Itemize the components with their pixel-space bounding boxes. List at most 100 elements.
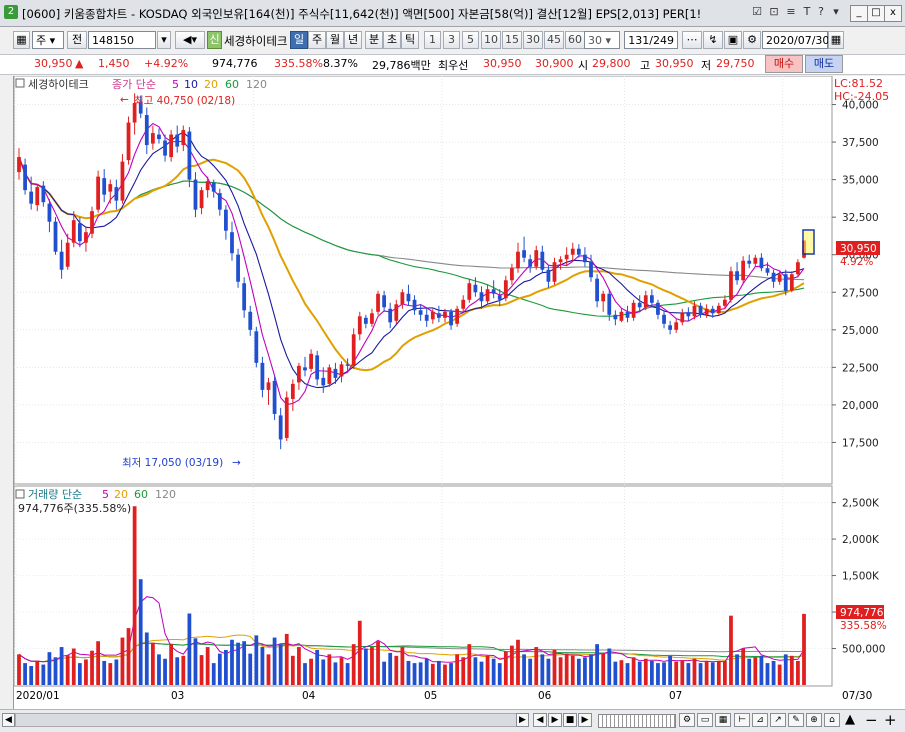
period-day-button[interactable]: 일 (290, 31, 308, 49)
magnify-icon[interactable]: ⊕ (806, 713, 822, 727)
stock-code-input[interactable]: 148150 (88, 31, 156, 49)
indicator-settings-icon[interactable]: ⚙ (679, 713, 695, 727)
volume-bar (686, 663, 691, 685)
stop-icon[interactable]: ■ (563, 713, 577, 727)
fit-icon[interactable]: ▲ (845, 712, 855, 727)
price-panel[interactable] (13, 75, 833, 485)
volume-bar (114, 659, 119, 685)
candle-body (309, 353, 313, 369)
volume-bar (771, 660, 776, 685)
volume-bar (613, 661, 618, 685)
crosshair-icon[interactable]: ↯ (703, 31, 723, 49)
candle-body (284, 397, 289, 438)
zoom-in-icon[interactable]: + (884, 711, 897, 729)
link-icon[interactable]: ⊡ (767, 5, 781, 19)
window-list-icon[interactable]: ☑ (750, 5, 764, 19)
zoom-out-icon[interactable]: − (865, 711, 878, 729)
indicator-icon[interactable]: ⋯ (682, 31, 702, 49)
interval-10-button[interactable]: 10 (481, 31, 501, 49)
speaker-icon[interactable]: ◀▾ (175, 31, 205, 49)
interval-5-button[interactable]: 5 (462, 31, 479, 49)
volume-bar (242, 641, 247, 685)
interval-60-button[interactable]: 60 (565, 31, 585, 49)
ask-price: 30,950 (483, 57, 522, 70)
volume-bar (558, 657, 563, 685)
zoom-slider[interactable] (598, 714, 676, 728)
text-icon[interactable]: T (800, 5, 814, 19)
save-icon[interactable]: ▣ (724, 31, 742, 49)
period-month-button[interactable]: 월 (326, 31, 344, 49)
close-button[interactable]: x (884, 5, 902, 22)
chart-menu-icon[interactable]: ▦ (13, 31, 30, 49)
minimize-button[interactable]: _ (850, 5, 868, 22)
period-year-button[interactable]: 년 (344, 31, 362, 49)
candle-body (242, 283, 247, 311)
period-type-select[interactable]: 주 ▾ (32, 31, 64, 49)
interval-input[interactable]: 30 ▾ (584, 31, 620, 49)
interval-30-button[interactable]: 30 (523, 31, 543, 49)
candle-body (169, 134, 174, 158)
prev-button[interactable]: 전 (67, 31, 87, 49)
volume-current-label: 974,776주(335.58%) (18, 502, 131, 515)
volume-tick-label: 2,000K (842, 534, 880, 546)
date-input[interactable]: 2020/07/30 (762, 31, 829, 49)
trend-icon[interactable]: ↗ (770, 713, 786, 727)
stock-search-dropdown[interactable]: ▾ (157, 31, 171, 49)
candle-body (528, 259, 533, 267)
last-volume-label: 974,776 (840, 607, 884, 619)
x-label-mar: 03 (171, 690, 184, 702)
candle-body (357, 316, 362, 335)
volume-bar (479, 661, 484, 685)
settings-icon[interactable]: ⚙ (743, 31, 761, 49)
scroll-right-icon[interactable]: ▶ (516, 713, 529, 727)
candle-body (625, 311, 630, 318)
align-icon[interactable]: ⊢ (734, 713, 750, 727)
pen-icon[interactable]: ✎ (788, 713, 804, 727)
price-volume-chart[interactable]: 40,00037,50035,00032,50030,00027,50025,0… (13, 75, 905, 709)
buy-button[interactable]: 매수 (765, 55, 803, 73)
play-icon[interactable]: ▶ (578, 713, 592, 727)
period-week-button[interactable]: 주 (308, 31, 326, 49)
volume-bar (71, 648, 76, 685)
horizontal-scrollbar[interactable] (15, 713, 527, 727)
ma-legend-10: 10 (184, 78, 198, 91)
grid-icon[interactable]: ▦ (715, 713, 731, 727)
tool-icon[interactable]: ▾ (829, 5, 843, 19)
chart-area[interactable]: 40,000 37,500 35,000 32,500 30,000 27,500 25,0… (13, 75, 905, 709)
x-label-may: 05 (424, 690, 437, 702)
high-label: 고 (640, 59, 651, 72)
candle-body (747, 260, 752, 264)
interval-1-button[interactable]: 1 (424, 31, 441, 49)
current-price: 30,950 (34, 57, 73, 70)
maximize-button[interactable]: □ (867, 5, 885, 22)
candle-body (382, 295, 387, 308)
interval-45-button[interactable]: 45 (544, 31, 564, 49)
scroll-left-icon[interactable]: ◀ (2, 713, 15, 727)
candle-body (546, 269, 551, 282)
help-icon[interactable]: ? (814, 5, 828, 19)
volume-bar (144, 632, 149, 685)
candle-body (388, 308, 393, 323)
period-second-button[interactable]: 초 (383, 31, 401, 49)
nav-prev-icon[interactable]: ◀ (533, 713, 547, 727)
scale-icon[interactable]: ⊿ (752, 713, 768, 727)
home-icon[interactable]: ⌂ (824, 713, 840, 727)
legend-toggle-icon[interactable] (15, 78, 25, 88)
volume-legend-toggle-icon[interactable] (15, 489, 25, 499)
list-icon[interactable]: ≡ (784, 5, 798, 19)
candle-body (266, 382, 271, 390)
sell-button[interactable]: 매도 (805, 55, 843, 73)
vol-ma-legend-120: 120 (155, 488, 176, 501)
interval-3-button[interactable]: 3 (443, 31, 460, 49)
nav-next-icon[interactable]: ▶ (548, 713, 562, 727)
period-tick-button[interactable]: 틱 (401, 31, 419, 49)
period-minute-button[interactable]: 분 (365, 31, 383, 49)
calendar-icon[interactable]: ▦ (828, 31, 844, 49)
interval-15-button[interactable]: 15 (502, 31, 522, 49)
screen-icon[interactable]: ▭ (697, 713, 713, 727)
volume-bar (777, 664, 782, 685)
app-icon: 2 (4, 5, 18, 19)
volume-bar (327, 654, 332, 685)
volume-bar (789, 655, 794, 685)
volume-bar (120, 637, 125, 685)
